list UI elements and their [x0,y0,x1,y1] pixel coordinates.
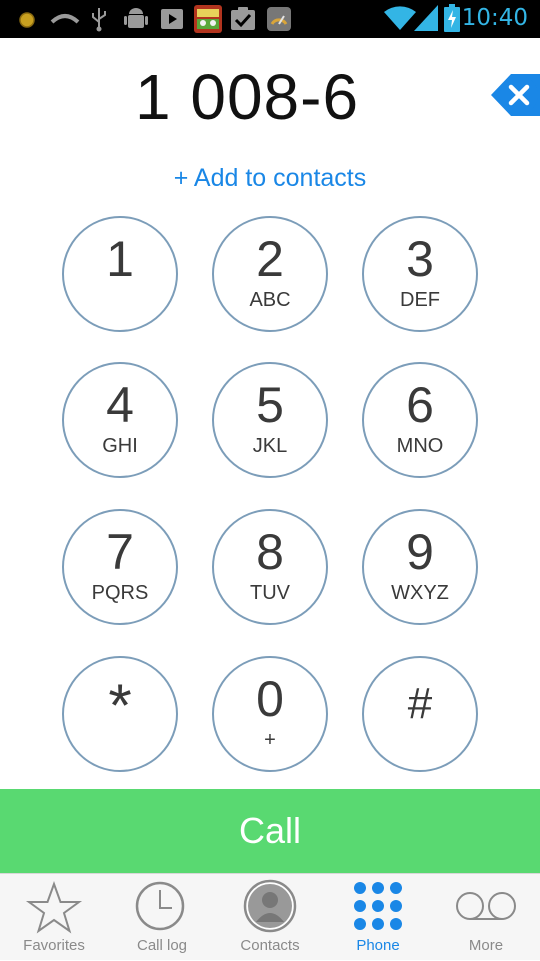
tab-label: Favorites [23,937,85,954]
voicemail-icon [50,14,80,24]
status-bar: 10:40 [0,0,540,38]
gauge-app-icon [267,7,291,31]
key-letters: WXYZ [391,582,449,604]
key-digit: 7 [106,524,134,580]
delete-button[interactable] [491,74,540,116]
key-digit: 0 [256,671,284,727]
voicemail-icon [456,892,516,920]
call-button[interactable]: Call [0,789,540,873]
tab-label: Call log [136,937,188,954]
play-store-icon [161,9,183,29]
tab-label: Phone [356,937,400,954]
key-digit: 8 [256,524,284,580]
key-8[interactable]: 8 TUV [212,509,328,625]
key-digit: 9 [406,524,434,580]
bottom-tab-bar: Favorites Call log Contacts Phone More [0,873,540,960]
key-3[interactable]: 3 DEF [362,216,478,332]
key-digit: 5 [256,377,284,433]
key-digit: 3 [406,231,434,287]
tab-favorites[interactable]: Favorites [0,874,108,961]
key-letters: TUV [250,582,290,604]
key-letters: ABC [249,289,291,311]
key-digit: 1 [106,231,134,287]
wifi-icon [384,6,416,30]
key-digit: # [407,679,433,728]
key-digit: * [108,672,132,739]
tab-label: Contacts [240,937,300,954]
usb-icon [92,8,106,32]
key-pound[interactable]: # [362,656,478,772]
android-debug-icon [124,8,148,28]
tab-label: More [468,937,504,954]
star-icon [25,881,83,934]
key-letters: DEF [400,289,440,311]
key-7[interactable]: 7 PQRS [62,509,178,625]
tab-contacts[interactable]: Contacts [216,874,324,961]
key-4[interactable]: 4 GHI [62,362,178,478]
add-to-contacts-link[interactable]: + Add to contacts [0,164,540,193]
keypad-icon [354,882,402,930]
tab-more[interactable]: More [432,874,540,961]
battery-charging-icon [444,4,460,32]
key-2[interactable]: 2 ABC [212,216,328,332]
task-check-icon [231,7,255,30]
contact-avatar-icon [243,879,297,933]
key-digit: 4 [106,377,134,433]
status-time: 10:40 [461,5,528,31]
key-letters: PQRS [91,582,149,604]
key-letters: JKL [252,435,288,457]
key-star[interactable]: * [62,656,178,772]
dialed-number: 1 008-6 [134,61,360,133]
backspace-icon [491,74,540,116]
key-0[interactable]: 0 + [212,656,328,772]
key-9[interactable]: 9 WXYZ [362,509,478,625]
tab-call-log[interactable]: Call log [108,874,216,961]
clock-icon [135,881,185,931]
signal-icon [414,5,438,31]
key-letters: MNO [396,435,444,457]
key-1[interactable]: 1 [62,216,178,332]
key-letters: GHI [102,435,138,457]
key-digit: 6 [406,377,434,433]
key-digit: 2 [256,231,284,287]
notification-dot-icon [19,12,35,28]
key-letters: + [264,729,276,751]
key-5[interactable]: 5 JKL [212,362,328,478]
game-app-icon [194,5,222,33]
tab-phone[interactable]: Phone [324,874,432,961]
key-6[interactable]: 6 MNO [362,362,478,478]
